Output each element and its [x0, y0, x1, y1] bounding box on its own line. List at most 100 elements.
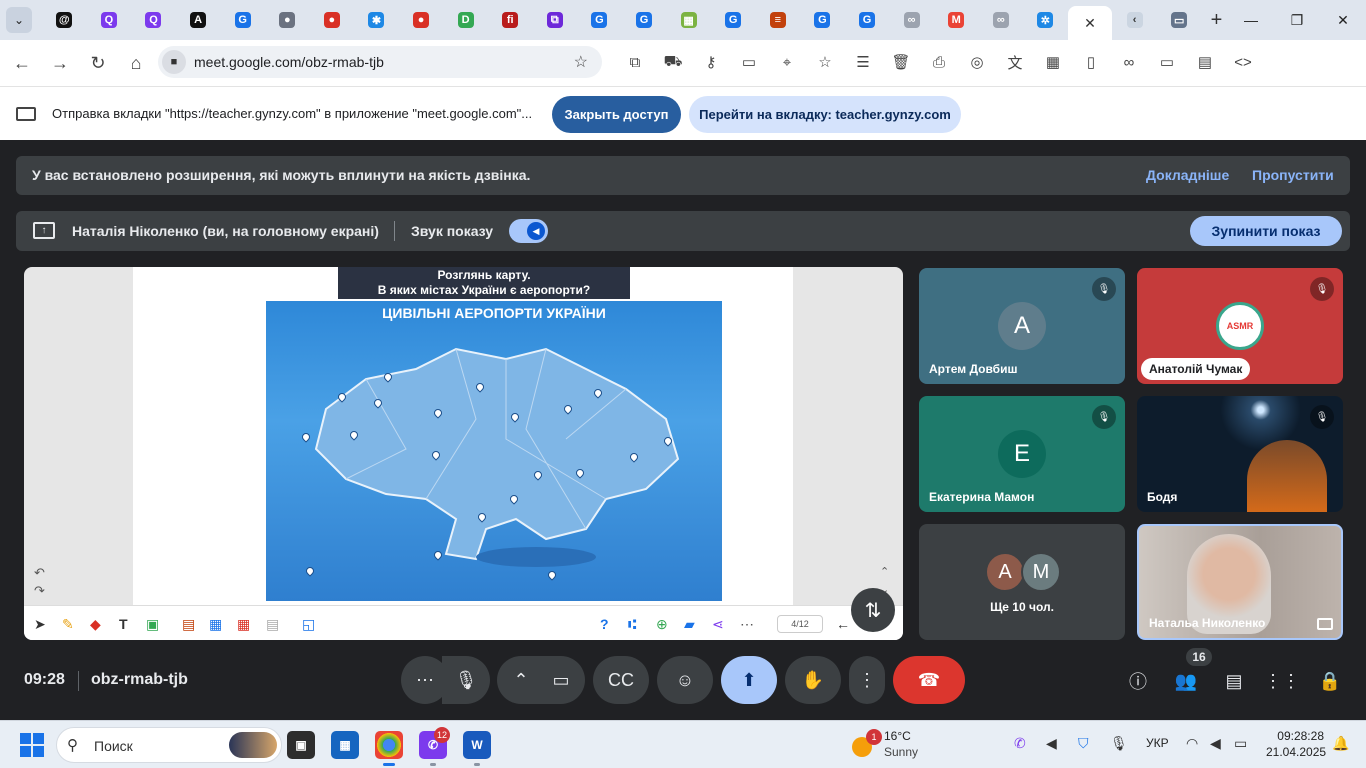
eraser-tool-icon[interactable]: ◆	[90, 616, 101, 633]
stop-sharing-button[interactable]: Закрыть доступ	[552, 96, 681, 133]
browser-tab[interactable]: Q	[87, 5, 132, 35]
close-window-icon[interactable]: ✕	[1320, 0, 1366, 40]
raise-hand-icon[interactable]: ✋	[785, 656, 841, 704]
pen-tool-icon[interactable]: ✎	[62, 616, 74, 633]
maximize-icon[interactable]: ❐	[1274, 0, 1320, 40]
window-tool-icon[interactable]: ◱	[302, 616, 315, 633]
meeting-info-icon[interactable]: ⓘ	[1125, 668, 1151, 694]
browser-tab[interactable]: ✲	[1023, 5, 1068, 35]
chat-icon[interactable]: ▤	[1221, 668, 1247, 694]
browser-tab[interactable]: ▦	[666, 5, 711, 35]
split-screen-icon[interactable]: ▤	[1186, 46, 1224, 78]
stamp-tool-icon[interactable]: ▤	[182, 616, 195, 633]
devtools-icon[interactable]: <>	[1224, 46, 1262, 78]
more-options-icon[interactable]: ⋮	[849, 656, 885, 704]
scroll-up-icon[interactable]: ⌃	[880, 565, 889, 578]
network-icon[interactable]: ⑆	[628, 616, 636, 632]
share-icon[interactable]: ⋖	[712, 616, 724, 633]
tab-cast[interactable]: ▭	[1157, 5, 1202, 35]
tab-collapsed[interactable]: ‹	[1112, 5, 1157, 35]
browser-tab[interactable]: G	[800, 5, 845, 35]
lines-tool-icon[interactable]: ▤	[266, 616, 279, 633]
browser-tab[interactable]: G	[220, 5, 265, 35]
mic-tray-icon[interactable]: 🎙	[1110, 735, 1128, 752]
participant-tile[interactable]: A 🎙 Артем Довбиш	[919, 268, 1125, 384]
browser-tab[interactable]: G	[845, 5, 890, 35]
participant-tile[interactable]: Натальа Николенко	[1137, 524, 1343, 640]
delete-icon[interactable]: 🗑	[882, 46, 920, 78]
undo-icon[interactable]: ↶	[34, 565, 45, 581]
prev-page-icon[interactable]: ←	[836, 616, 850, 632]
meet-site-icon[interactable]: ■	[162, 50, 186, 74]
back-icon[interactable]: ←	[4, 45, 40, 81]
translate-icon[interactable]: 文	[996, 46, 1034, 78]
volume-tray-icon[interactable]: ◀	[1046, 735, 1057, 752]
participant-tile[interactable]: A M Ще 10 чол.	[919, 524, 1125, 640]
browser-tab[interactable]: ●	[265, 5, 310, 35]
payment-card-icon[interactable]: ▭	[730, 46, 768, 78]
reading-list-icon[interactable]: ☰	[844, 46, 882, 78]
viber-tray-icon[interactable]: ✆	[1014, 735, 1026, 752]
taskbar-clock[interactable]: 09:28:28 21.04.2025	[1266, 728, 1326, 760]
active-tab[interactable]: ✕	[1067, 6, 1113, 40]
people-icon[interactable]: 👥	[1173, 668, 1199, 694]
microsoft-store-icon[interactable]: ▦	[331, 731, 359, 759]
participant-tile[interactable]: E 🎙 Екатерина Мамон	[919, 396, 1125, 512]
browser-tab[interactable]: G	[711, 5, 756, 35]
browser-tab[interactable]: ≡	[756, 5, 801, 35]
redo-icon[interactable]: ↷	[34, 583, 45, 599]
browser-tab[interactable]: ●	[310, 5, 355, 35]
address-bar[interactable]: ■ meet.google.com/obz-rmab-tjb ☆	[158, 46, 602, 78]
home-icon[interactable]: ⌂	[118, 45, 154, 81]
folder-icon[interactable]: ▰	[684, 616, 695, 633]
notifications-bell-icon[interactable]: 🔔	[1332, 735, 1349, 752]
grid-tool-icon[interactable]: ▦	[237, 616, 250, 633]
sound-toggle[interactable]: ◀	[509, 219, 548, 243]
help-icon[interactable]: ?	[600, 616, 609, 632]
browser-tab[interactable]: ✱	[354, 5, 399, 35]
browser-tab[interactable]: @	[42, 5, 87, 35]
security-tray-icon[interactable]: ⛉	[1078, 735, 1089, 752]
word-icon[interactable]: W	[463, 731, 491, 759]
browser-tab[interactable]: ⧉	[533, 5, 578, 35]
windows-start-icon[interactable]	[20, 733, 44, 757]
tab-search-icon[interactable]: ⌄	[6, 7, 32, 33]
location-pin-icon[interactable]: ⌖	[768, 46, 806, 78]
learn-more-link[interactable]: Докладніше	[1146, 167, 1229, 183]
forward-icon[interactable]: →	[42, 45, 78, 81]
host-controls-icon[interactable]: 🔒	[1317, 668, 1343, 694]
copy-link-icon[interactable]: ∞	[1110, 46, 1148, 78]
swap-view-button[interactable]: ⇅	[851, 588, 895, 632]
browser-tab[interactable]: G	[577, 5, 622, 35]
password-key-icon[interactable]: ⚷	[692, 46, 730, 78]
reader-mode-icon[interactable]: ▯	[1072, 46, 1110, 78]
text-tool-icon[interactable]: T	[119, 616, 128, 632]
microphone-icon[interactable]: 🎙	[442, 656, 490, 704]
present-screen-button[interactable]: ⬆	[721, 656, 777, 704]
favorites-icon[interactable]: ☆	[806, 46, 844, 78]
battery-icon[interactable]: ▭	[1234, 735, 1247, 752]
wifi-icon[interactable]: ◠	[1186, 735, 1198, 752]
browser-tab[interactable]: fi	[488, 5, 533, 35]
print-icon[interactable]: ⎙	[920, 46, 958, 78]
qr-code-icon[interactable]: ▦	[1034, 46, 1072, 78]
incognito-ext-icon[interactable]: ⛟	[654, 46, 692, 78]
picture-in-picture-icon[interactable]	[1317, 618, 1333, 630]
skip-link[interactable]: Пропустити	[1252, 167, 1334, 183]
participant-tile[interactable]: 🎙 Бодя	[1137, 396, 1343, 512]
speaker-icon[interactable]: ◀	[1210, 735, 1221, 752]
new-tab-button[interactable]: +	[1201, 9, 1231, 32]
browser-tab[interactable]: D	[443, 5, 488, 35]
captions-icon[interactable]: CC	[593, 656, 649, 704]
browser-tab[interactable]: ∞	[889, 5, 934, 35]
screenshot-icon[interactable]: ◎	[958, 46, 996, 78]
reload-icon[interactable]: ↻	[80, 45, 116, 81]
participant-tile[interactable]: ASMR 🎙 Анатолій Чумак	[1137, 268, 1343, 384]
go-to-tab-button[interactable]: Перейти на вкладку: teacher.gynzy.com	[689, 96, 961, 133]
browser-tab[interactable]: M	[934, 5, 979, 35]
browser-tab[interactable]: G	[622, 5, 667, 35]
browser-tab[interactable]: A	[176, 5, 221, 35]
leave-call-button[interactable]: ☎	[893, 656, 965, 704]
more-tools-icon[interactable]: ⋯	[740, 616, 754, 633]
blocks-tool-icon[interactable]: ▦	[209, 616, 222, 633]
